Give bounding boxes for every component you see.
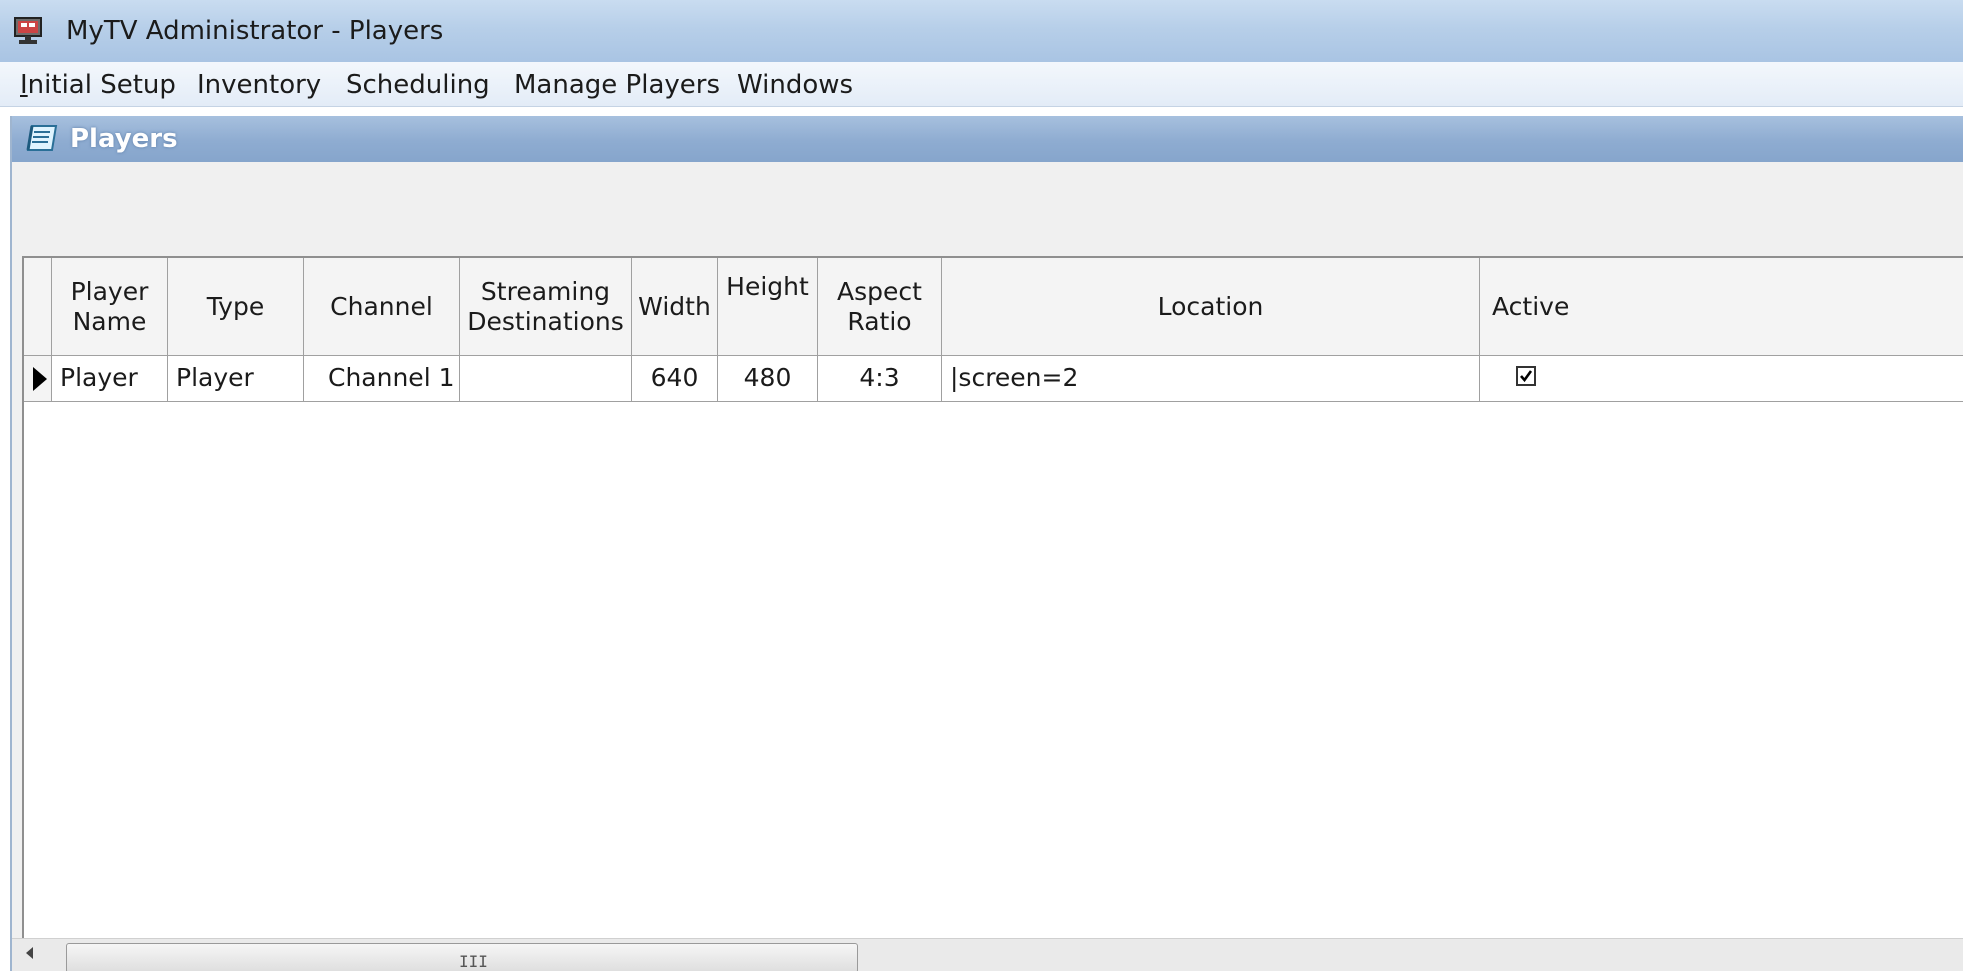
menu-accelerator: I	[20, 70, 28, 100]
header-line: Destinations	[467, 306, 624, 336]
column-header-active[interactable]: Active	[1480, 258, 1963, 356]
header-line: Active	[1492, 291, 1570, 321]
scroll-left-arrow-icon[interactable]	[26, 947, 33, 959]
menu-windows[interactable]: Windows	[737, 68, 853, 102]
column-header-streaming-destinations[interactable]: Streaming Destinations	[460, 258, 632, 356]
header-line: Player	[70, 276, 149, 306]
menu-scheduling[interactable]: Scheduling	[346, 68, 490, 102]
title-bar[interactable]: MyTV Administrator - Players	[0, 0, 1963, 63]
header-line: Aspect	[837, 276, 922, 306]
cell-width[interactable]: 640	[632, 356, 718, 402]
header-line: Channel	[330, 291, 433, 321]
column-header-height[interactable]: Height	[718, 258, 818, 356]
row-header-corner	[24, 258, 52, 356]
cell-height[interactable]: 480	[718, 356, 818, 402]
scroll-thumb[interactable]: III	[66, 943, 858, 971]
active-checkbox[interactable]	[1516, 366, 1536, 386]
menu-label: Inventory	[197, 70, 322, 100]
header-line: Streaming	[480, 276, 611, 306]
toolbar-area	[12, 162, 1963, 256]
menu-manage-players[interactable]: Manage Players	[514, 68, 720, 102]
cell-location[interactable]: |screen=2	[942, 356, 1480, 402]
header-line: Type	[206, 291, 265, 321]
cell-streaming-destinations[interactable]	[460, 356, 632, 402]
cell-active[interactable]	[1480, 356, 1963, 402]
players-form-icon	[26, 125, 58, 151]
header-line: Name	[72, 306, 147, 336]
window-title: MyTV Administrator - Players	[66, 16, 444, 46]
header-line: Ratio	[847, 306, 912, 336]
child-window-title: Players	[70, 124, 178, 154]
cell-type[interactable]: Player	[168, 356, 304, 402]
menu-bar: Initial Setup Inventory Scheduling Manag…	[0, 62, 1963, 107]
row-selector[interactable]	[24, 356, 52, 402]
header-line: Height	[726, 272, 809, 301]
column-header-channel[interactable]: Channel	[304, 258, 460, 356]
header-line: Location	[1157, 291, 1264, 321]
column-header-aspect-ratio[interactable]: Aspect Ratio	[818, 258, 942, 356]
app-window: MyTV Administrator - Players Initial Set…	[0, 0, 1963, 971]
menu-initial-setup[interactable]: Initial Setup	[20, 68, 176, 102]
column-header-player-name[interactable]: Player Name	[52, 258, 168, 356]
column-header-location[interactable]: Location	[942, 258, 1480, 356]
current-row-arrow-icon	[33, 367, 47, 391]
cell-channel[interactable]: Channel 1	[304, 356, 460, 402]
horizontal-scrollbar[interactable]: III	[12, 938, 1963, 971]
cell-player-name[interactable]: Player	[52, 356, 168, 402]
menu-label: Windows	[737, 70, 854, 100]
scroll-grip: III	[459, 952, 488, 971]
players-grid[interactable]: Player Name Type Channel Streaming Destina…	[22, 256, 1963, 971]
menu-inventory[interactable]: Inventory	[197, 68, 321, 102]
column-header-width[interactable]: Width	[632, 258, 718, 356]
checkmark-icon	[1520, 370, 1533, 383]
players-child-window: Players Player Name Type Channel Streamin…	[10, 116, 1963, 971]
menu-label: nitial Setup	[27, 70, 176, 100]
child-caption-bar[interactable]: Players	[12, 116, 1963, 162]
menu-label: Scheduling	[346, 70, 490, 100]
cell-aspect-ratio[interactable]: 4:3	[818, 356, 942, 402]
menu-label: Manage Players	[514, 70, 720, 100]
column-header-type[interactable]: Type	[168, 258, 304, 356]
header-line: Width	[638, 291, 711, 321]
app-monitor-icon	[14, 17, 42, 44]
